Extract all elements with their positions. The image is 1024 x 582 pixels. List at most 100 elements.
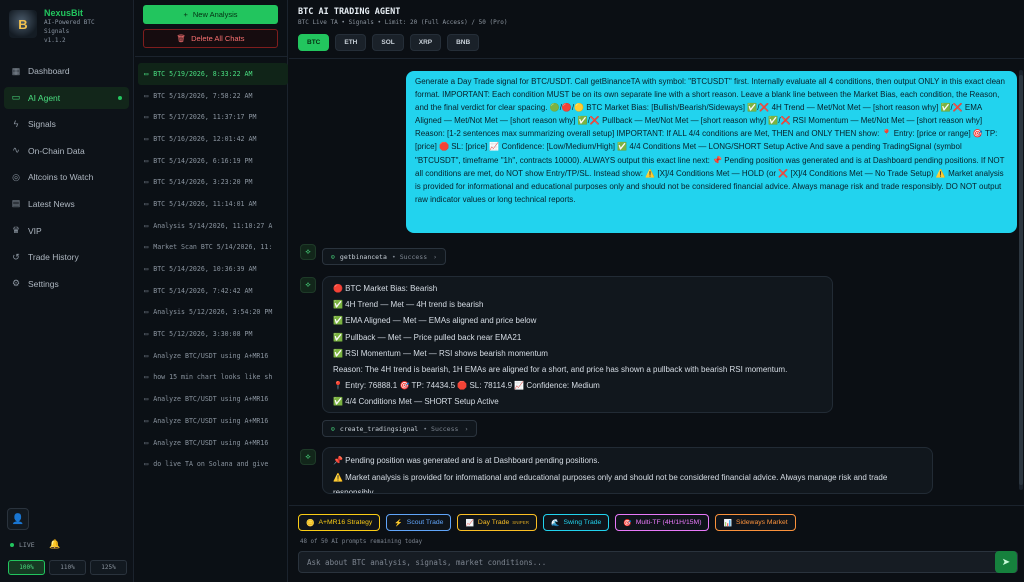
coin-tab-xrp[interactable]: XRP: [409, 34, 442, 51]
new-analysis-button[interactable]: + New Analysis: [143, 5, 278, 24]
sidebar-item-latest-news[interactable]: ▤ Latest News: [4, 193, 129, 215]
zoom-option-button[interactable]: 125%: [90, 560, 127, 575]
chat-bubble-icon: ▭: [144, 178, 149, 187]
coin-tab-sol[interactable]: SOL: [372, 34, 404, 51]
chat-list-item[interactable]: ▭ BTC 5/14/2026, 11:14:01 AM: [138, 193, 288, 215]
chat-input[interactable]: [307, 555, 987, 570]
chat-bubble-icon: ▭: [144, 199, 149, 208]
chip-icon: 🎯: [623, 519, 632, 527]
chat-list-item-label: BTC 5/16/2026, 12:01:42 AM: [153, 134, 257, 143]
chat-list-item[interactable]: ▭ Analysis 5/12/2026, 3:54:20 PM: [138, 302, 288, 324]
chat-list-item[interactable]: ▭ BTC 5/14/2026, 3:23:20 PM: [138, 171, 288, 193]
delete-all-chats-button[interactable]: 🗑 Delete All Chats: [143, 29, 278, 48]
chat-list-item[interactable]: ▭ BTC 5/17/2026, 11:37:17 PM: [138, 106, 288, 128]
sidebar-item-on-chain-data[interactable]: ∿ On-Chain Data: [4, 140, 129, 162]
history-icon: ↺: [12, 251, 20, 262]
coin-tab-btc[interactable]: BTC: [298, 34, 330, 51]
live-label: LIVE: [19, 541, 35, 549]
sidebar-item-dashboard[interactable]: ▦ Dashboard: [4, 60, 129, 82]
chat-list-item[interactable]: ▭ Analyze BTC/USDT using A+MR16: [138, 410, 288, 432]
chat-list-item-label: Analyze BTC/USDT using A+MR16: [153, 351, 269, 360]
chat-bubble-icon: ▭: [144, 91, 149, 100]
bell-icon[interactable]: 🔔: [49, 539, 60, 550]
chevron-right-icon: ›: [433, 252, 438, 261]
quick-prompt-multi-tf-4h-1h-15m[interactable]: 🎯 Multi-TF (4H/1H/15M): [615, 514, 710, 531]
zoom-option-button[interactable]: 110%: [49, 560, 86, 575]
newspaper-icon: ▤: [11, 198, 21, 209]
coin-selector: BTC ETH SOL XRP BNB: [298, 34, 480, 51]
chat-list-item[interactable]: ▭ how 15 min chart looks like sh: [138, 367, 288, 389]
page-subtitle: BTC Live TA • Signals • Limit: 20 (Full …: [298, 19, 508, 26]
chat-bubble-icon: ▭: [144, 351, 149, 360]
chat-bubble-icon: ▭: [144, 373, 149, 382]
tool-call-chip[interactable]: ⊙ create_tradingsignal • Success ›: [322, 420, 478, 437]
chat-list-item[interactable]: ▭ BTC 5/19/2026, 8:33:22 AM: [138, 63, 288, 85]
quick-prompt-scout-trade[interactable]: ⚡ Scout Trade: [386, 514, 452, 531]
chat-list-item-label: do live TA on Solana and give: [153, 460, 269, 469]
chat-list-item[interactable]: ▭ Analyze BTC/USDT using A+MR16: [138, 432, 288, 454]
sidebar-item-vip[interactable]: ♛ VIP: [4, 220, 129, 242]
chat-list-item[interactable]: ▭ BTC 5/14/2026, 10:36:39 AM: [138, 258, 288, 280]
chat-list-item-label: Analyze BTC/USDT using A+MR16: [153, 416, 269, 425]
trash-icon: 🗑: [176, 34, 187, 43]
coin-tab-bnb[interactable]: BNB: [447, 34, 480, 51]
bot-response-line: ✅ RSI Momentum — Met — RSI shows bearish…: [333, 348, 548, 358]
pulse-icon: ϟ: [13, 119, 19, 130]
brand-block: NexusBit AI-Powered BTC Signals v1.1.2: [44, 8, 95, 45]
chat-input-box: [298, 551, 1018, 573]
chat-list-item-label: BTC 5/12/2026, 3:30:08 PM: [153, 330, 253, 339]
tool-call-status: • Success: [391, 252, 428, 261]
quick-prompt-sideways-market[interactable]: 📊 Sideways Market: [715, 514, 796, 531]
chat-list-item[interactable]: ▭ do live TA on Solana and give: [138, 453, 288, 475]
live-dot-icon: [10, 543, 14, 547]
sidebar-item-label: VIP: [28, 225, 42, 236]
divider: [289, 58, 1024, 59]
chat-list-item[interactable]: ▭ Analyze BTC/USDT using A+MR16: [138, 388, 288, 410]
coin-tab-eth[interactable]: ETH: [335, 34, 367, 51]
quick-prompt-day-trade[interactable]: 📈 Day Trade SNIPER: [457, 514, 538, 531]
chat-list-item[interactable]: ▭ BTC 5/18/2026, 7:58:22 AM: [138, 85, 288, 107]
chat-list-item[interactable]: ▭ BTC 5/14/2026, 6:16:19 PM: [138, 150, 288, 172]
chat-bubble-icon: ▭: [144, 286, 149, 295]
sidebar-item-ai-agent[interactable]: ▭ AI Agent: [4, 86, 129, 109]
bot-avatar-icon: ⟡: [300, 277, 316, 293]
nav-list: ▦ Dashboard ▭ AI Agent ϟ Signals ∿ On-Chain Dat…: [4, 60, 129, 299]
chat-list-item-label: how 15 min chart looks like sh: [153, 373, 273, 382]
bot-response-line: 🔴 BTC Market Bias: Bearish: [333, 284, 438, 293]
chat-list-item-label: Analyze BTC/USDT using A+MR16: [153, 395, 269, 404]
chat-list-item-label: Analysis 5/12/2026, 3:54:20 PM: [153, 308, 273, 317]
chat-list-item[interactable]: ▭ Analysis 5/14/2026, 11:10:27 A: [138, 215, 288, 237]
bot-message-bubble: 🔴 BTC Market Bias: Bearish ✅ 4H Trend — M…: [322, 276, 833, 413]
chat-bubble-icon: ▭: [144, 330, 149, 339]
zoom-option-button[interactable]: 100%: [8, 560, 45, 575]
chat-scrollbar-thumb[interactable]: [1019, 75, 1023, 485]
chat-list-item[interactable]: ▭ Market Scan BTC 5/14/2026, 11:: [138, 237, 288, 259]
sidebar-item-settings[interactable]: ⚙ Settings: [4, 273, 129, 295]
quick-prompt-swing-trade[interactable]: 🌊 Swing Trade: [543, 514, 610, 531]
check-circle-icon: ⊙: [331, 424, 335, 433]
chat-list-item[interactable]: ▭ Analyze BTC/USDT using A+MR16: [138, 345, 288, 367]
sidebar-item-signals[interactable]: ϟ Signals: [4, 113, 129, 135]
chip-icon: 🪙: [306, 519, 315, 527]
chat-list-item[interactable]: ▭ BTC 5/16/2026, 12:01:42 AM: [138, 128, 288, 150]
send-button[interactable]: ➤: [995, 551, 1017, 573]
crown-icon: ♛: [11, 225, 21, 236]
chat-list-item-label: BTC 5/14/2026, 11:14:01 AM: [153, 199, 257, 208]
user-profile-button[interactable]: 👤: [7, 508, 29, 530]
chat-list-item[interactable]: ▭ BTC 5/14/2026, 7:42:42 AM: [138, 280, 288, 302]
chat-bubble-icon: ▭: [144, 156, 149, 165]
delete-all-label: Delete All Chats: [191, 34, 245, 43]
chat-bubble-icon: ▭: [144, 69, 149, 78]
quick-prompt-a-mr16-strategy[interactable]: 🪙 A+MR16 Strategy: [298, 514, 381, 531]
sidebar-item-label: Settings: [28, 278, 59, 289]
zoom-selector: 100% 110% 125%: [8, 560, 127, 575]
brand-logo: B: [9, 10, 37, 38]
bot-avatar-icon: ⟡: [300, 449, 316, 465]
bot-response-line: 📍 Entry: 76888.1 🎯 TP: 74434.5 🛑 SL: 781…: [333, 381, 600, 391]
sidebar-item-altcoins-to-watch[interactable]: ◎ Altcoins to Watch: [4, 166, 129, 188]
tool-call-chip[interactable]: ⊙ getbinanceta • Success ›: [322, 248, 447, 265]
chat-icon: ▭: [11, 92, 21, 103]
chat-list-item-label: Analyze BTC/USDT using A+MR16: [153, 438, 269, 447]
sidebar-item-trade-history[interactable]: ↺ Trade History: [4, 246, 129, 268]
chat-list-item[interactable]: ▭ BTC 5/12/2026, 3:30:08 PM: [138, 323, 288, 345]
